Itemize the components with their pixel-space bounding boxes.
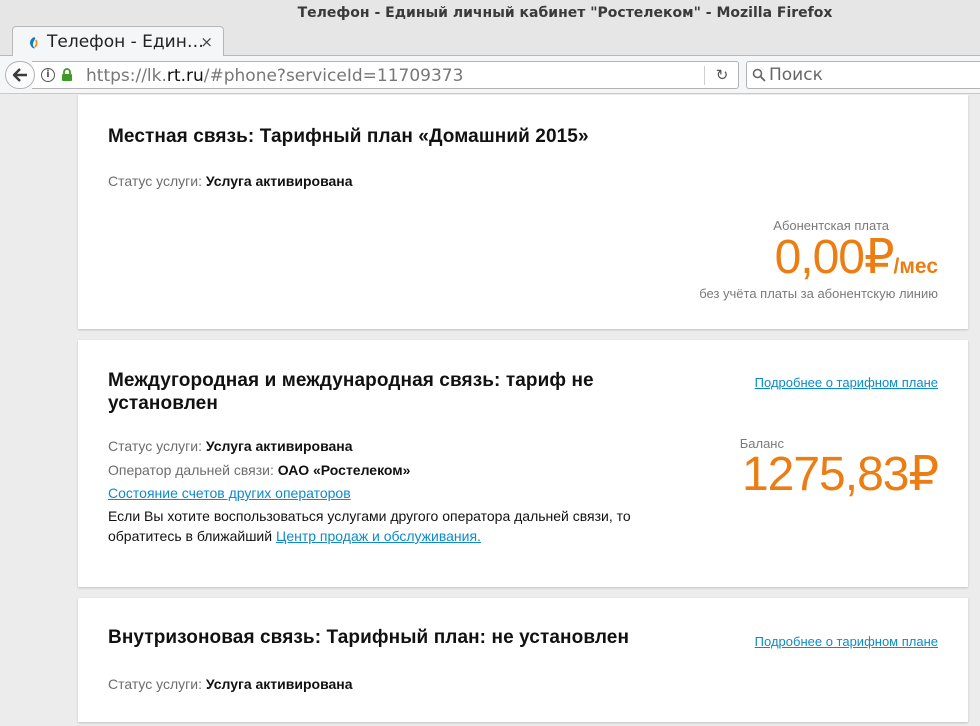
status-label: Статус услуги: — [108, 438, 202, 454]
service-status: Статус услуги: Услуга активирована — [108, 438, 353, 454]
service-title: Внутризоновая связь: Тарифный план: не у… — [108, 627, 630, 648]
fee-note: без учёта платы за абонентскую линию — [699, 286, 938, 301]
plan-details-link[interactable]: Подробнее о тарифном плане — [755, 375, 938, 390]
url-bar-divider — [704, 66, 705, 85]
tab-active[interactable]: Телефон - Един… × — [12, 26, 224, 57]
status-label: Статус услуги: — [108, 676, 202, 692]
operator-label: Оператор дальней связи: — [108, 462, 274, 478]
close-tab-icon[interactable]: × — [200, 33, 213, 51]
balance-amount: 1275,83₽ — [741, 448, 939, 501]
site-info-icon[interactable]: i — [41, 68, 55, 82]
service-card-longdistance: Междугородная и международная связь: тар… — [78, 340, 968, 587]
service-status: Статус услуги: Услуга активирована — [108, 676, 353, 692]
search-bar[interactable] — [746, 61, 980, 89]
window-title: Телефон - Единый личный кабинет "Ростеле… — [297, 5, 833, 21]
service-card-intrazone: Внутризоновая связь: Тарифный план: не у… — [78, 598, 968, 722]
status-label: Статус услуги: — [108, 173, 202, 189]
url-bar[interactable]: i https://lk.rt.ru/#phone?serviceId=1170… — [32, 61, 739, 89]
status-value: Услуга активирована — [205, 173, 353, 189]
search-icon — [752, 68, 766, 82]
back-arrow-icon — [12, 68, 27, 82]
search-input[interactable] — [769, 64, 969, 86]
plan-details-link[interactable]: Подробнее о тарифном плане — [755, 634, 938, 649]
sales-center-link[interactable]: Центр продаж и обслуживания. — [276, 528, 481, 544]
operator-row: Оператор дальней связи: ОАО «Ростелеком» — [108, 462, 410, 478]
status-value: Услуга активирована — [205, 676, 353, 692]
service-title: Местная связь: Тарифный план «Домашний 2… — [108, 126, 589, 147]
url-text[interactable]: https://lk.rt.ru/#phone?serviceId=117093… — [86, 66, 463, 86]
operator-value: ОАО «Ростелеком» — [277, 462, 411, 478]
lock-icon[interactable] — [61, 68, 73, 82]
tab-label: Телефон - Един… — [47, 32, 204, 52]
operator-note: Если Вы хотите воспользоваться услугами … — [108, 508, 631, 544]
navigation-toolbar: i https://lk.rt.ru/#phone?serviceId=1170… — [0, 56, 980, 94]
page-viewport: Местная связь: Тарифный план «Домашний 2… — [0, 95, 980, 726]
other-operators-link[interactable]: Состояние счетов других операторов — [108, 485, 351, 501]
tab-strip: Телефон - Един… × + — [0, 24, 980, 76]
reload-icon[interactable]: ↻ — [713, 66, 731, 84]
service-card-local: Местная связь: Тарифный план «Домашний 2… — [78, 95, 968, 329]
service-title: Междугородная и международная связь: тар… — [108, 370, 594, 414]
back-button[interactable] — [5, 61, 35, 89]
rostelecom-favicon-icon — [30, 37, 38, 49]
service-status: Статус услуги: Услуга активирована — [108, 173, 353, 189]
status-value: Услуга активирована — [205, 438, 353, 454]
fee-amount: 0,00₽/мес — [774, 231, 938, 284]
other-operators-row: Состояние счетов других операторов — [108, 485, 351, 501]
